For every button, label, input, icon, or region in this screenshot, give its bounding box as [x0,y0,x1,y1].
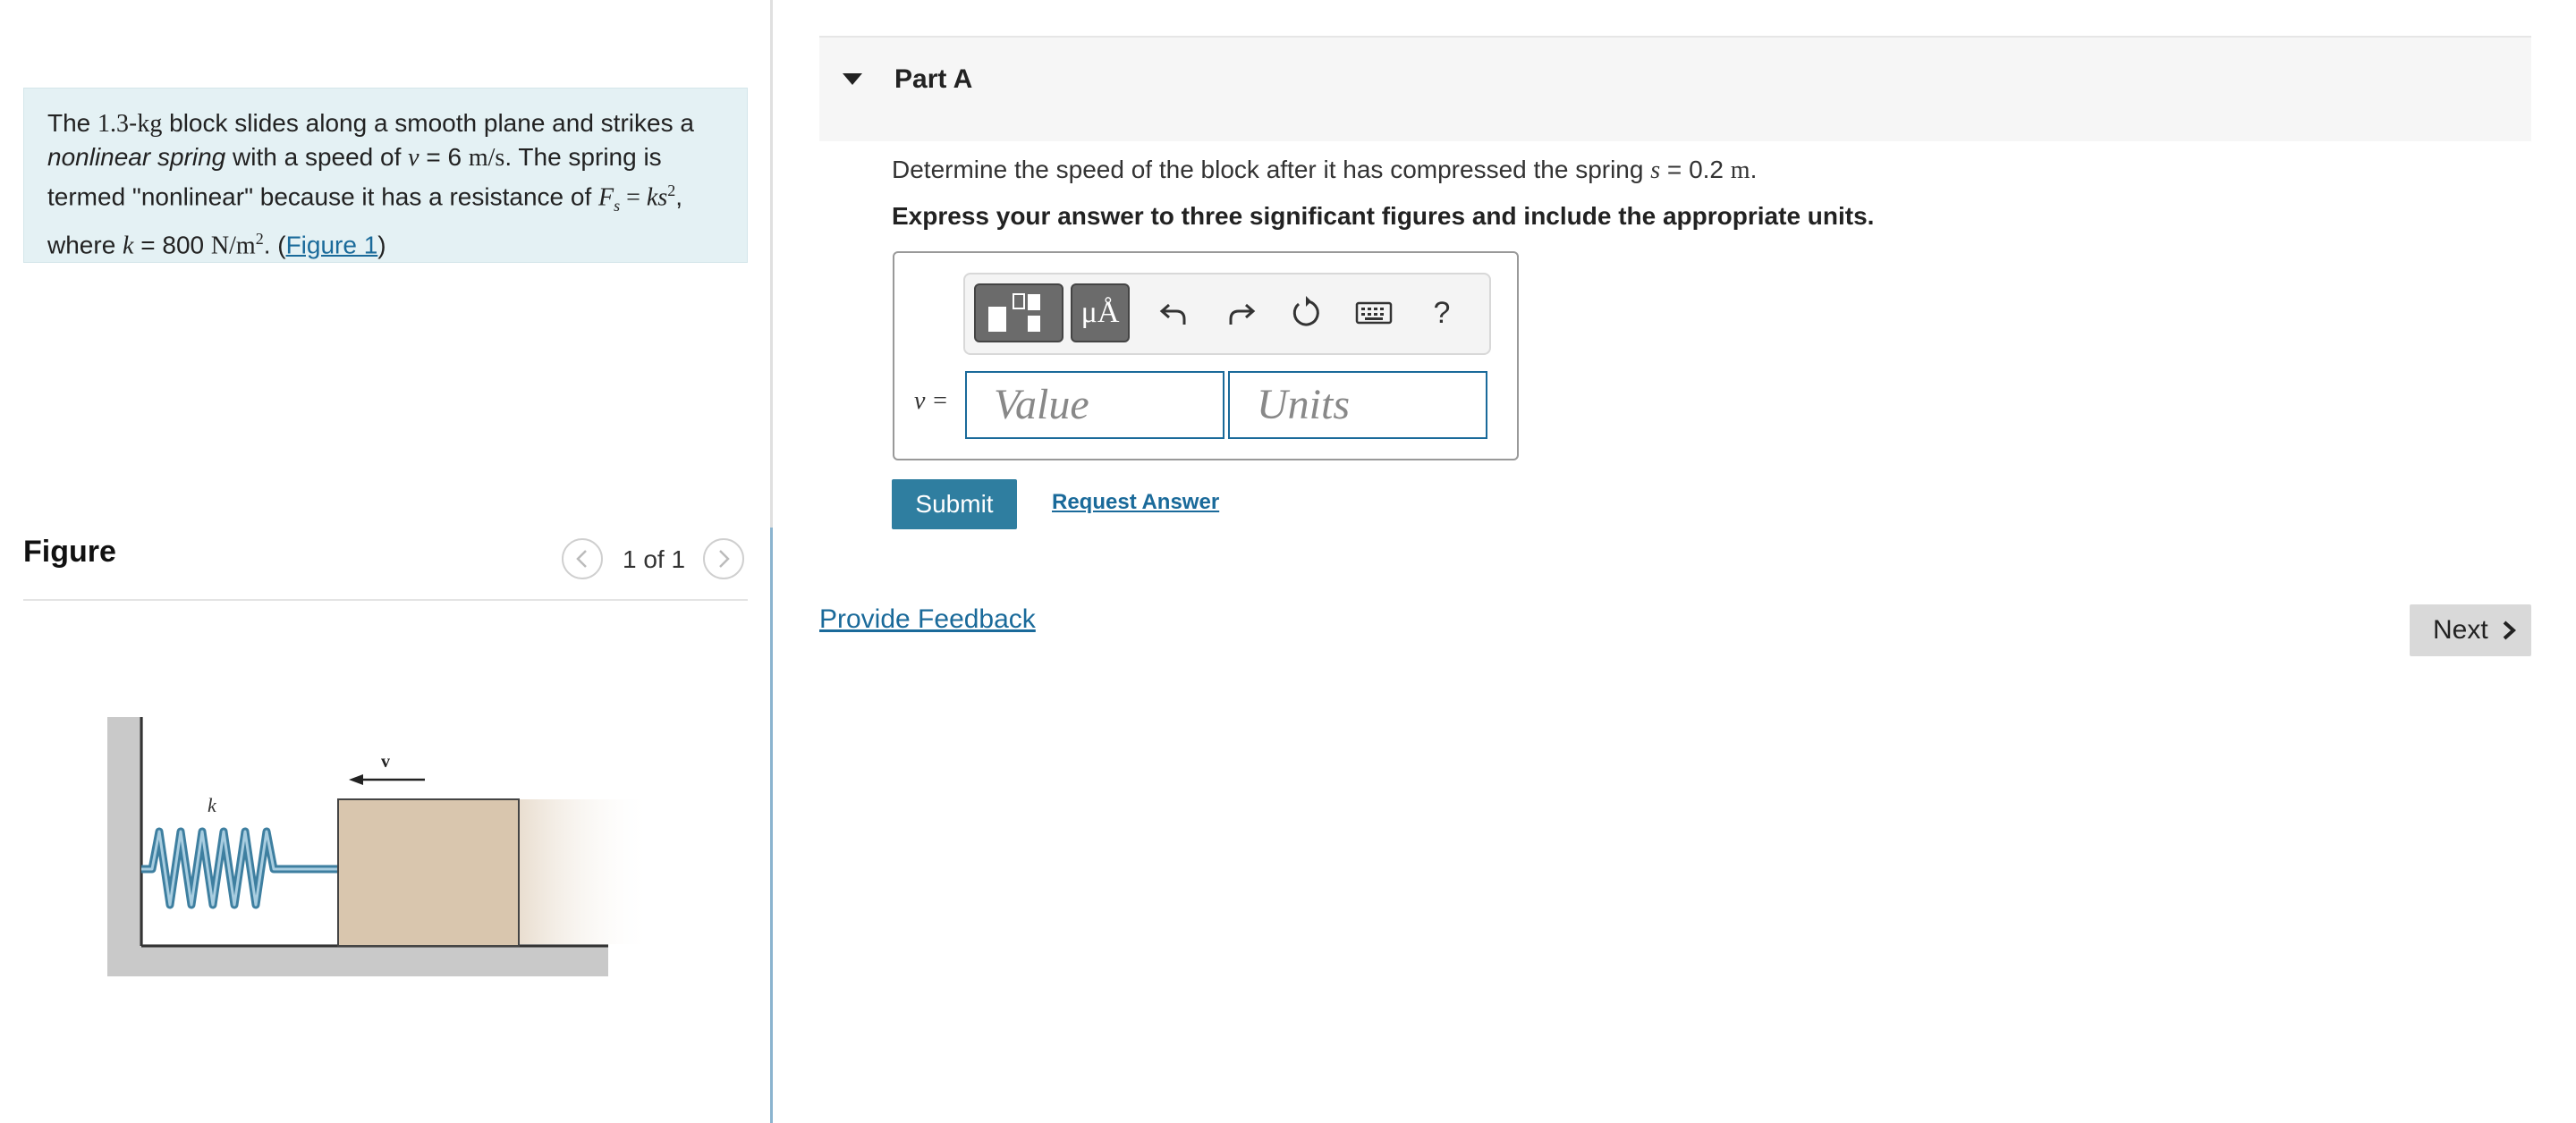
figure-header: Figure 1 of 1 [23,528,748,601]
wall [107,717,143,960]
speed-value: 6 [447,143,462,171]
collapse-caret-icon[interactable] [843,73,862,85]
problem-statement: The 1.3-kg block slides along a smooth p… [23,88,748,263]
chevron-right-icon [2503,621,2516,640]
question-prompt: Determine the speed of the block after i… [892,156,1651,183]
question-value: 0.2 [1689,156,1724,183]
force-exponent: 2 [667,182,676,199]
math-toolbar: μÅ ? [963,273,1491,355]
symbols-button[interactable]: μÅ [1071,283,1130,342]
request-answer-link[interactable]: Request Answer [1052,490,1219,515]
answer-box: μÅ ? v = Value Units [893,251,1519,460]
mass-value: 1.3 [97,110,130,138]
figure-image: k v [89,706,671,1001]
previous-figure-button[interactable] [562,538,603,579]
next-figure-button[interactable] [703,538,744,579]
chevron-right-icon [719,550,730,568]
equals-sign: = [620,183,647,212]
part-title: Part A [894,64,973,94]
help-icon[interactable]: ? [1419,291,1464,335]
speed-variable: v [408,144,419,172]
problem-text: with a speed of [225,143,409,171]
equals-sign: = [133,231,163,259]
units-input[interactable]: Units [1228,371,1487,439]
problem-text: The [47,109,98,137]
question-unit: m [1730,156,1750,184]
question-text: Determine the speed of the block after i… [892,156,1757,185]
k-value: 800 [162,231,205,259]
ground [107,944,608,976]
value-input[interactable]: Value [965,371,1224,439]
figure-link[interactable]: Figure 1 [286,231,378,258]
submit-button[interactable]: Submit [892,479,1017,529]
undo-icon[interactable] [1151,291,1196,335]
reset-icon[interactable] [1284,291,1328,335]
problem-text: block slides along a smooth plane and st… [162,109,694,137]
force-variable: F [598,183,614,212]
k-unit: N/m [210,232,256,260]
redo-icon[interactable] [1219,291,1264,335]
k-unit-exponent: 2 [255,229,264,248]
figure-counter: 1 of 1 [623,545,686,573]
answer-instruction: Express your answer to three significant… [892,202,1875,230]
motion-trail [519,799,653,944]
question-period: . [1750,156,1758,183]
force-expression: ks [646,183,668,212]
equals-sign: = [419,143,448,171]
mass-unit: kg [137,110,163,138]
problem-text: . ( [263,231,286,259]
provide-feedback-link[interactable]: Provide Feedback [819,604,1036,635]
k-variable: k [123,232,134,260]
next-label: Next [2433,615,2488,645]
velocity-label: v [381,752,390,772]
question-variable: s [1650,156,1661,184]
templates-icon [988,293,1040,332]
templates-button[interactable] [974,283,1063,342]
keyboard-icon[interactable] [1352,291,1396,335]
part-a-header[interactable]: Part A [819,36,2531,141]
figure-title: Figure [23,535,116,569]
spring-term: nonlinear spring [47,143,226,171]
answer-variable-label: v = [914,387,949,415]
chevron-left-icon [576,550,587,568]
panel-divider-accent [770,528,773,1123]
problem-text: ) [377,231,386,259]
next-button[interactable]: Next [2410,604,2531,656]
equals-sign: = [1660,156,1690,183]
block [337,798,520,947]
spring-block-diagram: k v [107,717,653,976]
speed-unit: m/s [468,144,505,172]
spring-label: k [208,794,217,816]
